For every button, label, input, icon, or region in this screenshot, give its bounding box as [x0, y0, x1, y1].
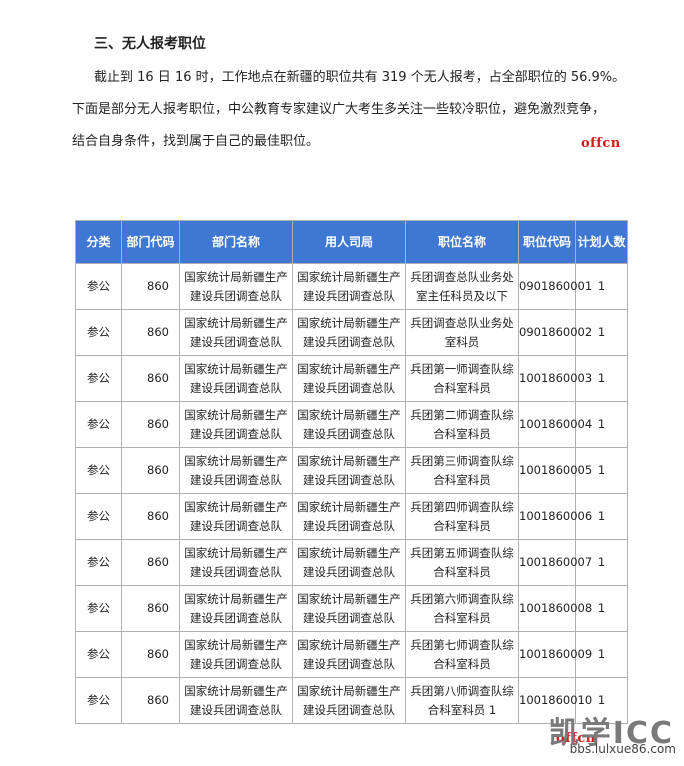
cell-cat: 参公 — [75, 677, 122, 724]
cell-dept-code: 860 — [121, 585, 180, 632]
cell-pos-code: 0901860001 — [518, 263, 592, 310]
cell-cat: 参公 — [75, 539, 122, 586]
column-header: 职位名称 — [405, 220, 519, 264]
cell-cat: 参公 — [75, 585, 122, 632]
intro-line-2: 下面是部分无人报考职位，中公教育专家建议广大考生多关注一些较冷职位，避免激烈竞争… — [72, 102, 606, 117]
cell-bureau: 国家统计局新疆生产建设兵团调查总队 — [292, 585, 406, 632]
cell-bureau: 国家统计局新疆生产建设兵团调查总队 — [292, 447, 406, 494]
table-row: 参公 860 国家统计局新疆生产建设兵团调查总队 国家统计局新疆生产建设兵团调查总队兵… — [75, 401, 628, 448]
cell-position: 兵团第四师调查队综合科室科员 — [405, 493, 519, 540]
cell-position: 兵团第二师调查队综合科室科员 — [405, 401, 519, 448]
column-header: 职位代码 — [518, 220, 576, 264]
offcn-logo: offcn — [581, 136, 621, 151]
cell-pos-code: 1001860005 — [518, 447, 592, 494]
table-row: 参公 860 国家统计局新疆生产建设兵团调查总队 国家统计局新疆生产建设兵团调查总队兵… — [75, 309, 628, 356]
table-row: 参公 860 国家统计局新疆生产建设兵团调查总队 国家统计局新疆生产建设兵团调查总队兵… — [75, 447, 628, 494]
cell-dept-name: 国家统计局新疆生产建设兵团调查总队 — [179, 263, 293, 310]
table-row: 参公 860 国家统计局新疆生产建设兵团调查总队 国家统计局新疆生产建设兵团调查总队兵… — [75, 493, 628, 540]
cell-dept-name: 国家统计局新疆生产建设兵团调查总队 — [179, 447, 293, 494]
cell-dept-code: 860 — [121, 631, 180, 678]
cell-dept-code: 860 — [121, 447, 180, 494]
cell-dept-name: 国家统计局新疆生产建设兵团调查总队 — [179, 309, 293, 356]
cell-dept-code: 860 — [121, 355, 180, 402]
cell-pos-code: 1001860009 — [518, 631, 592, 678]
cell-cat: 参公 — [75, 401, 122, 448]
cell-bureau: 国家统计局新疆生产建设兵团调查总队 — [292, 631, 406, 678]
cell-pos-code: 1001860003 — [518, 355, 592, 402]
cell-cat: 参公 — [75, 263, 122, 310]
cell-cat: 参公 — [75, 447, 122, 494]
cell-position: 兵团第一师调查队综合科室科员 — [405, 355, 519, 402]
cell-bureau: 国家统计局新疆生产建设兵团调查总队 — [292, 263, 406, 310]
cell-dept-code: 860 — [121, 677, 180, 724]
cell-dept-name: 国家统计局新疆生产建设兵团调查总队 — [179, 677, 293, 724]
cell-cat: 参公 — [75, 309, 122, 356]
intro-line-1: 截止到 16 日 16 时，工作地点在新疆的职位共有 319 个无人报考，占全部… — [94, 70, 626, 85]
intro-paragraph: 截止到 16 日 16 时，工作地点在新疆的职位共有 319 个无人报考，占全部… — [72, 62, 642, 158]
cell-pos-code: 0901860002 — [518, 309, 592, 356]
section-title: 三、无人报考职位 — [94, 36, 206, 52]
cell-bureau: 国家统计局新疆生产建设兵团调查总队 — [292, 677, 406, 724]
cell-cat: 参公 — [75, 493, 122, 540]
cell-dept-code: 860 — [121, 309, 180, 356]
cell-pos-code: 1001860008 — [518, 585, 592, 632]
column-header: 部门名称 — [179, 220, 293, 264]
cell-dept-name: 国家统计局新疆生产建设兵团调查总队 — [179, 585, 293, 632]
cell-position: 兵团第三师调查队综合科室科员 — [405, 447, 519, 494]
intro-line-3: 结合自身条件，找到属于自己的最佳职位。 — [72, 134, 320, 149]
table-row: 参公 860 国家统计局新疆生产建设兵团调查总队 国家统计局新疆生产建设兵团调查总队兵… — [75, 263, 628, 310]
cell-bureau: 国家统计局新疆生产建设兵团调查总队 — [292, 493, 406, 540]
cell-position: 兵团调查总队业务处室主任科员及以下 — [405, 263, 519, 310]
table-body: 参公 860 国家统计局新疆生产建设兵团调查总队 国家统计局新疆生产建设兵团调查总队兵… — [75, 263, 628, 724]
cell-dept-code: 860 — [121, 401, 180, 448]
cell-bureau: 国家统计局新疆生产建设兵团调查总队 — [292, 539, 406, 586]
cell-position: 兵团调查总队业务处室科员 — [405, 309, 519, 356]
cell-position: 兵团第六师调查队综合科室科员 — [405, 585, 519, 632]
table-row: 参公 860 国家统计局新疆生产建设兵团调查总队 国家统计局新疆生产建设兵团调查总队兵… — [75, 539, 628, 586]
cell-position: 兵团第七师调查队综合科室科员 — [405, 631, 519, 678]
table-row: 参公 860 国家统计局新疆生产建设兵团调查总队 国家统计局新疆生产建设兵团调查总队兵… — [75, 631, 628, 678]
cell-position: 兵团第五师调查队综合科室科员 — [405, 539, 519, 586]
cell-pos-code: 1001860007 — [518, 539, 592, 586]
cell-dept-code: 860 — [121, 539, 180, 586]
cell-bureau: 国家统计局新疆生产建设兵团调查总队 — [292, 355, 406, 402]
positions-table: 分类 部门代码 部门名称 用人司局 职位名称 职位代码 计划人数 参公 860 国家统计局新疆生… — [75, 220, 628, 724]
cell-dept-name: 国家统计局新疆生产建设兵团调查总队 — [179, 493, 293, 540]
cell-position: 兵团第八师调查队综合科室科员 1 — [405, 677, 519, 724]
cell-bureau: 国家统计局新疆生产建设兵团调查总队 — [292, 309, 406, 356]
cell-dept-name: 国家统计局新疆生产建设兵团调查总队 — [179, 539, 293, 586]
table-row: 参公 860 国家统计局新疆生产建设兵团调查总队 国家统计局新疆生产建设兵团调查总队兵… — [75, 585, 628, 632]
site-badge: 凯学ICC bbs.lulxue86.com — [540, 708, 680, 764]
table-row: 参公 860 国家统计局新疆生产建设兵团调查总队 国家统计局新疆生产建设兵团调查总队兵… — [75, 355, 628, 402]
cell-dept-name: 国家统计局新疆生产建设兵团调查总队 — [179, 631, 293, 678]
cell-dept-name: 国家统计局新疆生产建设兵团调查总队 — [179, 355, 293, 402]
cell-cat: 参公 — [75, 355, 122, 402]
column-header: 计划人数 — [575, 220, 628, 264]
cell-dept-code: 860 — [121, 493, 180, 540]
cell-pos-code: 1001860006 — [518, 493, 592, 540]
column-header: 用人司局 — [292, 220, 406, 264]
column-header: 部门代码 — [121, 220, 180, 264]
cell-dept-name: 国家统计局新疆生产建设兵团调查总队 — [179, 401, 293, 448]
site-badge-url: bbs.lulxue86.com — [569, 742, 676, 756]
cell-pos-code: 1001860004 — [518, 401, 592, 448]
table-header-row: 分类 部门代码 部门名称 用人司局 职位名称 职位代码 计划人数 — [75, 220, 628, 264]
column-header: 分类 — [75, 220, 122, 264]
cell-bureau: 国家统计局新疆生产建设兵团调查总队 — [292, 401, 406, 448]
cell-dept-code: 860 — [121, 263, 180, 310]
cell-cat: 参公 — [75, 631, 122, 678]
